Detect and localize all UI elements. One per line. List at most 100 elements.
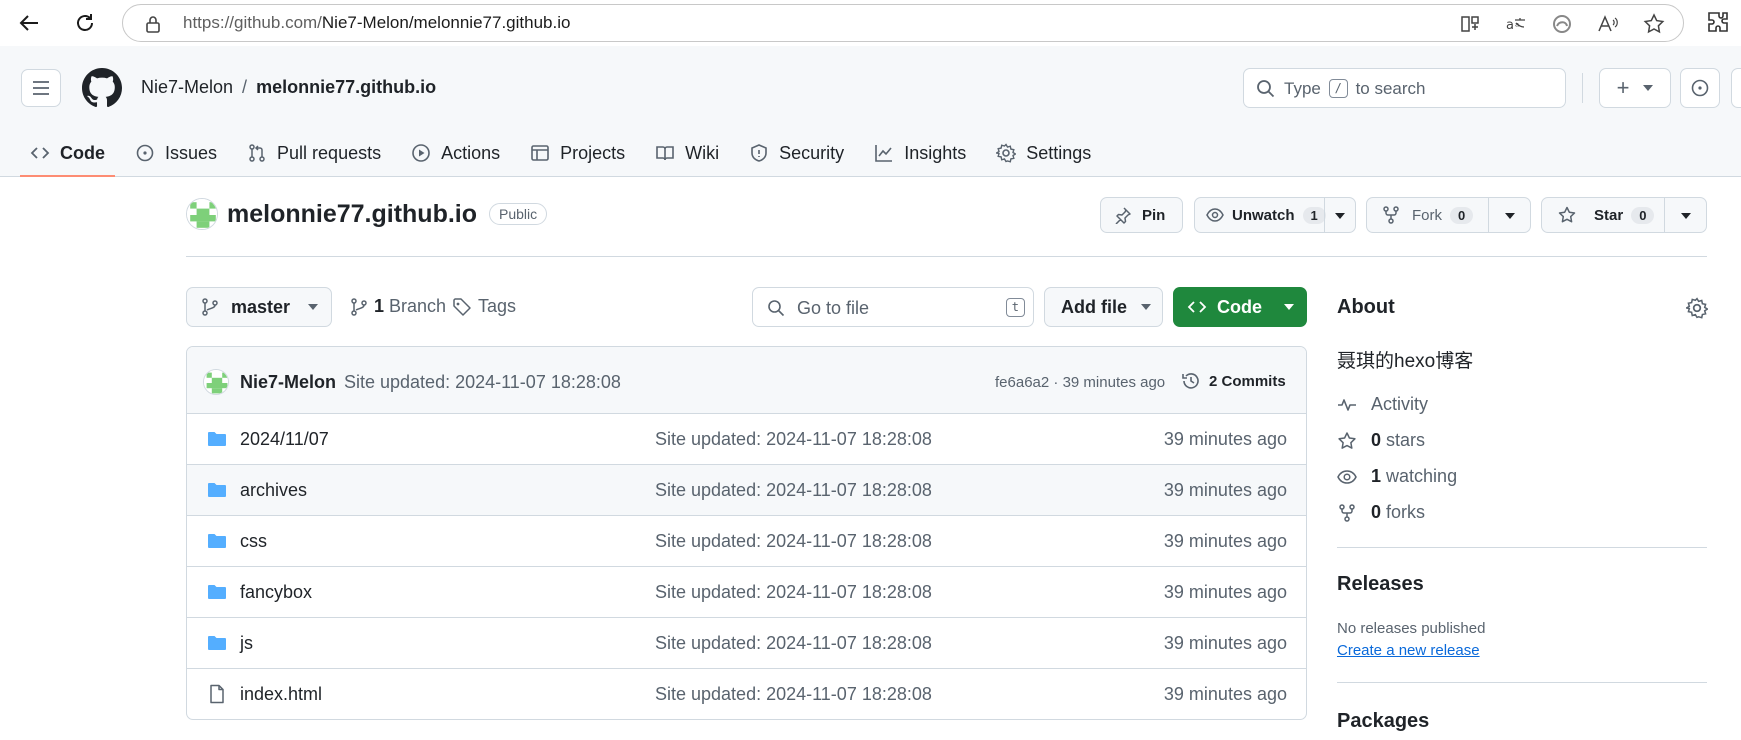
file-commit-time: 39 minutes ago	[1163, 429, 1287, 449]
file-name[interactable]: 2024/11/07	[240, 429, 329, 450]
issue-icon	[1691, 79, 1709, 97]
branch-label: Branch	[389, 296, 447, 316]
commit-author-avatar[interactable]	[203, 369, 229, 395]
add-file-button[interactable]: Add file	[1044, 287, 1163, 327]
extensions-icon[interactable]	[1705, 9, 1733, 37]
breadcrumb: Nie7-Melon / melonnie77.github.io	[141, 77, 436, 98]
file-name[interactable]: index.html	[240, 684, 322, 705]
table-row[interactable]: index.html Site updated: 2024-11-07 18:2…	[187, 669, 1306, 719]
tab-insights[interactable]: Insights	[864, 130, 976, 176]
commits-count: 2	[1209, 372, 1218, 390]
file-commit-time: 39 minutes ago	[1163, 531, 1287, 551]
branch-select[interactable]: master	[186, 287, 332, 327]
tab-actions[interactable]: Actions	[401, 130, 510, 176]
tab-settings[interactable]: Settings	[986, 130, 1101, 176]
table-row[interactable]: archives Site updated: 2024-11-07 18:28:…	[187, 465, 1306, 516]
file-commit-message[interactable]: Site updated: 2024-11-07 18:28:08	[655, 684, 932, 705]
file-commit-time: 39 minutes ago	[1163, 684, 1287, 704]
favorite-star-icon[interactable]	[1641, 13, 1667, 35]
star-icon	[1338, 431, 1356, 449]
file-commit-message[interactable]: Site updated: 2024-11-07 18:28:08	[655, 633, 932, 654]
gear-icon[interactable]	[1686, 297, 1708, 319]
tab-projects[interactable]: Projects	[520, 130, 635, 176]
search-placeholder: Type / to search	[1284, 79, 1426, 98]
read-aloud-icon[interactable]	[1595, 13, 1621, 35]
back-arrow-icon[interactable]	[14, 8, 44, 38]
about-heading: About	[1337, 296, 1395, 318]
releases-heading[interactable]: Releases	[1337, 573, 1424, 596]
star-button[interactable]: Star 0	[1541, 197, 1707, 233]
go-to-file-input[interactable]	[797, 296, 987, 320]
table-row[interactable]: css Site updated: 2024-11-07 18:28:08 39…	[187, 516, 1306, 567]
file-commit-message[interactable]: Site updated: 2024-11-07 18:28:08	[655, 429, 932, 450]
add-file-label: Add file	[1061, 296, 1127, 317]
issues-button[interactable]	[1680, 68, 1720, 108]
file-commit-message[interactable]: Site updated: 2024-11-07 18:28:08	[655, 480, 932, 501]
file-name[interactable]: js	[240, 633, 253, 654]
repo-title: melonnie77.github.io Public	[186, 198, 548, 230]
tags-link[interactable]: Tags	[452, 296, 516, 317]
watching-link[interactable]: 1 watching	[1337, 466, 1457, 487]
table-row[interactable]: js Site updated: 2024-11-07 18:28:08 39 …	[187, 618, 1306, 669]
file-table: Nie7-Melon Site updated: 2024-11-07 18:2…	[186, 346, 1307, 720]
file-commit-message[interactable]: Site updated: 2024-11-07 18:28:08	[655, 582, 932, 603]
branches-link[interactable]: 1 Branch	[350, 296, 446, 317]
file-name[interactable]: css	[240, 531, 267, 552]
search-input[interactable]: Type / to search	[1243, 68, 1566, 108]
pin-button[interactable]: Pin	[1100, 197, 1183, 233]
file-commit-time: 39 minutes ago	[1163, 480, 1287, 500]
code-icon	[1187, 301, 1207, 313]
graph-icon	[875, 145, 893, 162]
packages-heading[interactable]: Packages	[1337, 710, 1429, 733]
tab-security[interactable]: Security	[739, 130, 854, 176]
fork-button[interactable]: Fork 0	[1366, 197, 1531, 233]
code-button[interactable]: Code	[1173, 287, 1307, 327]
tab-wiki[interactable]: Wiki	[645, 130, 729, 176]
lock-icon[interactable]	[143, 14, 163, 34]
table-row[interactable]: fancybox Site updated: 2024-11-07 18:28:…	[187, 567, 1306, 618]
activity-link[interactable]: Activity	[1337, 394, 1428, 415]
commits-history-link[interactable]: 2 Commits	[1181, 371, 1286, 391]
create-release-link[interactable]: Create a new release	[1337, 642, 1480, 659]
table-icon	[531, 145, 549, 161]
commit-author[interactable]: Nie7-Melon	[240, 372, 336, 393]
file-name[interactable]: fancybox	[240, 582, 312, 603]
translate-icon[interactable]: aᵃ	[1503, 13, 1529, 35]
chevron-down-icon	[1643, 85, 1654, 91]
chevron-down-icon[interactable]	[1335, 213, 1345, 219]
meta-separator: ·	[1053, 374, 1059, 391]
split-screen-icon[interactable]	[1457, 13, 1483, 35]
stars-link[interactable]: 0 stars	[1337, 430, 1425, 451]
owner-link[interactable]: Nie7-Melon	[141, 77, 233, 97]
pull-requests-button[interactable]	[1731, 68, 1741, 108]
tab-code[interactable]: Code	[20, 130, 115, 177]
repo-link[interactable]: melonnie77.github.io	[256, 77, 436, 97]
forks-link[interactable]: 0 forks	[1337, 502, 1425, 523]
address-bar[interactable]: https://github.com/Nie7-Melon/melonnie77…	[122, 4, 1684, 42]
menu-button[interactable]	[21, 69, 61, 107]
create-new-button[interactable]: +	[1599, 68, 1671, 108]
chevron-down-icon[interactable]	[1505, 213, 1515, 219]
commit-message[interactable]: Site updated: 2024-11-07 18:28:08	[344, 372, 621, 393]
repo-nav: Code Issues Pull requests Actions Projec…	[20, 130, 1111, 177]
unwatch-button[interactable]: Unwatch 1	[1194, 197, 1356, 233]
stars-label: stars	[1386, 430, 1426, 450]
file-name[interactable]: archives	[240, 480, 307, 501]
url-text[interactable]: https://github.com/Nie7-Melon/melonnie77…	[183, 13, 570, 33]
commit-hash[interactable]: fe6a6a2	[995, 374, 1049, 391]
folder-icon	[208, 585, 226, 599]
repo-name[interactable]: melonnie77.github.io	[227, 200, 477, 229]
file-commit-message[interactable]: Site updated: 2024-11-07 18:28:08	[655, 531, 932, 552]
tab-pull-requests[interactable]: Pull requests	[237, 130, 391, 176]
tab-settings-label: Settings	[1026, 142, 1092, 163]
table-row[interactable]: 2024/11/07 Site updated: 2024-11-07 18:2…	[187, 414, 1306, 465]
go-to-file-field[interactable]: t	[752, 287, 1034, 327]
owner-avatar[interactable]	[186, 198, 218, 230]
chevron-down-icon[interactable]	[1681, 213, 1691, 219]
github-logo-icon[interactable]	[82, 68, 122, 108]
reload-icon[interactable]	[70, 8, 100, 38]
pin-icon	[1115, 207, 1131, 224]
edge-icon[interactable]	[1549, 13, 1575, 35]
tab-issues[interactable]: Issues	[125, 130, 227, 176]
svg-text:ᵃ: ᵃ	[1515, 20, 1519, 33]
